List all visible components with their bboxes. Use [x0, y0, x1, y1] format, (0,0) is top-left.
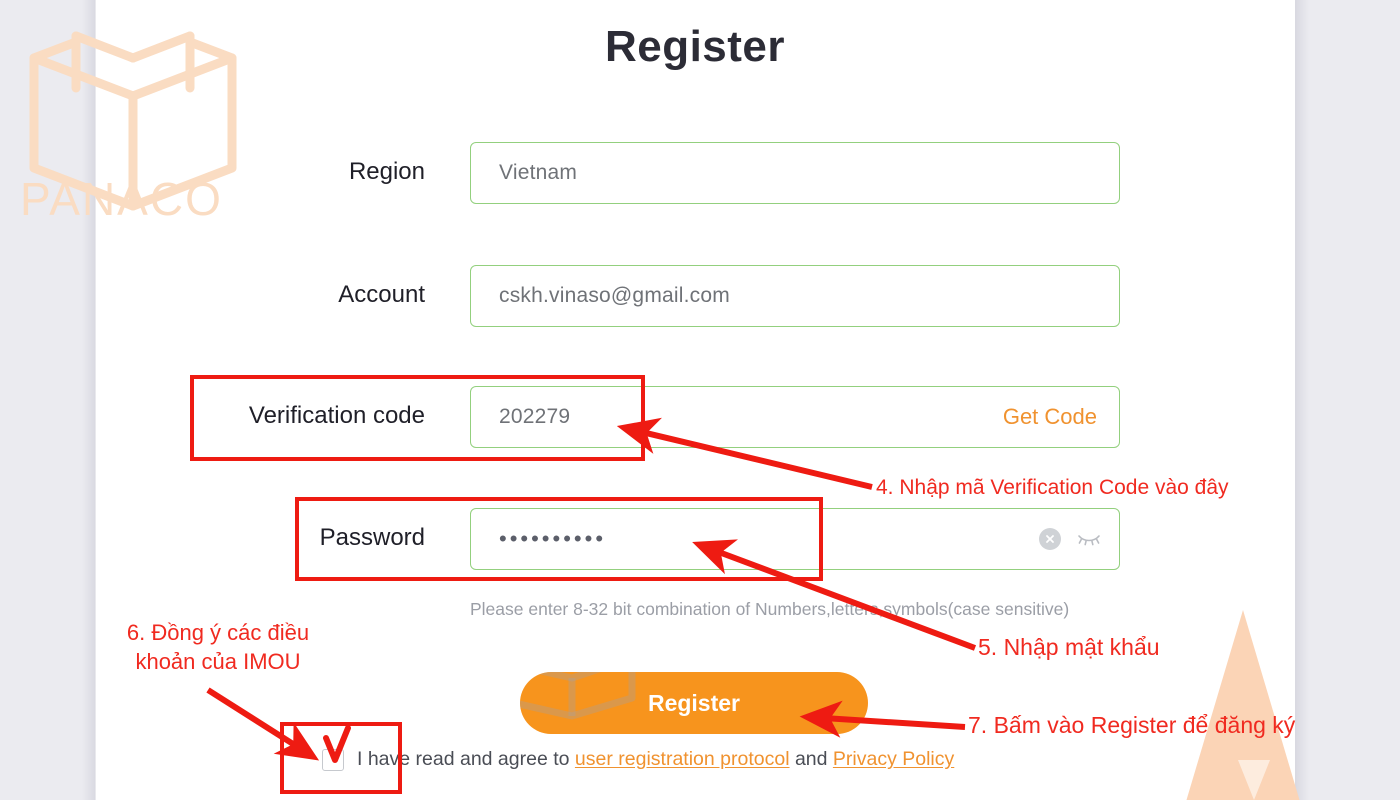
agreement-checkbox[interactable] [322, 748, 344, 771]
password-input[interactable]: •••••••••• [470, 508, 1120, 570]
form-row-account: Account cskh.vinaso@gmail.com [0, 265, 1400, 327]
agreement-text: I have read and agree to user registrati… [357, 748, 954, 771]
verification-code-input[interactable]: 202279 Get Code [470, 386, 1120, 448]
account-value: cskh.vinaso@gmail.com [499, 284, 730, 307]
form-row-verification-code: Verification code 202279 Get Code [0, 386, 1400, 448]
region-label: Region [348, 158, 425, 185]
user-registration-protocol-link[interactable]: user registration protocol [575, 748, 790, 770]
verification-code-value: 202279 [499, 405, 571, 428]
agreement-row: I have read and agree to user registrati… [322, 748, 954, 771]
privacy-policy-link[interactable]: Privacy Policy [833, 748, 954, 770]
agreement-conjunction: and [789, 748, 833, 770]
page-title: Register [604, 22, 786, 71]
get-code-button[interactable]: Get Code [1003, 404, 1097, 430]
region-input[interactable]: Vietnam [470, 142, 1120, 204]
region-value: Vietnam [499, 161, 578, 184]
account-label: Account [338, 281, 425, 308]
eye-closed-icon[interactable] [1077, 530, 1101, 548]
register-button-label: Register [647, 689, 741, 716]
password-value: •••••••••• [499, 526, 607, 551]
password-actions [1039, 528, 1101, 550]
register-page: PANACO Register Region Vietnam Account c… [0, 0, 1400, 800]
form-row-password: Password •••••••••• [0, 508, 1400, 570]
form-row-region: Region Vietnam [0, 142, 1400, 204]
account-input[interactable]: cskh.vinaso@gmail.com [470, 265, 1120, 327]
password-label: Password [319, 524, 425, 551]
agreement-prefix: I have read and agree to [357, 748, 575, 770]
password-hint: Please enter 8-32 bit combination of Num… [470, 599, 1070, 619]
clear-circle-icon[interactable] [1039, 528, 1061, 550]
register-button[interactable]: Register [520, 672, 868, 734]
verification-code-label: Verification code [248, 402, 425, 429]
